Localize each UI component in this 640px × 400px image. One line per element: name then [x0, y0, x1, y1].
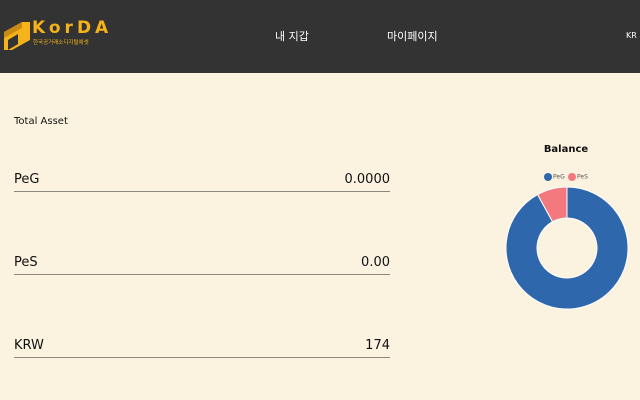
logo-text: KorDA: [32, 18, 113, 38]
asset-value: 0.00: [361, 255, 390, 270]
legend-label: PeS: [577, 173, 588, 181]
korda-logo[interactable]: KorDA 한국공거래소디지털애셋: [2, 18, 108, 56]
asset-name: KRW: [14, 338, 44, 353]
top-navigation-bar: KorDA 한국공거래소디지털애셋 내 지갑 마이페이지 KR: [0, 0, 640, 73]
asset-value: 0.0000: [344, 172, 391, 187]
legend-label: PeG: [553, 173, 565, 181]
asset-name: PeS: [14, 255, 38, 270]
asset-row-peg: PeG 0.0000: [14, 169, 390, 192]
nav-my-wallet-link[interactable]: 내 지갑: [275, 28, 309, 44]
logo-mark-icon: [4, 22, 30, 50]
legend-dot-icon: [568, 173, 576, 181]
legend-dot-icon: [544, 173, 552, 181]
asset-name: PeG: [14, 172, 40, 187]
asset-row-pes: PeS 0.00: [14, 252, 390, 275]
legend-item-peg[interactable]: PeG: [544, 173, 565, 181]
balance-donut-chart: [505, 186, 629, 310]
total-asset-title: Total Asset: [14, 116, 68, 127]
logo-subtitle: 한국공거래소디지털애셋: [33, 40, 89, 46]
nav-my-page-link[interactable]: 마이페이지: [387, 28, 438, 44]
language-selector[interactable]: KR: [626, 31, 637, 40]
asset-row-krw: KRW 174: [14, 335, 390, 358]
asset-value: 174: [365, 338, 390, 353]
chart-title: Balance: [543, 144, 589, 155]
legend-item-pes[interactable]: PeS: [568, 173, 588, 181]
